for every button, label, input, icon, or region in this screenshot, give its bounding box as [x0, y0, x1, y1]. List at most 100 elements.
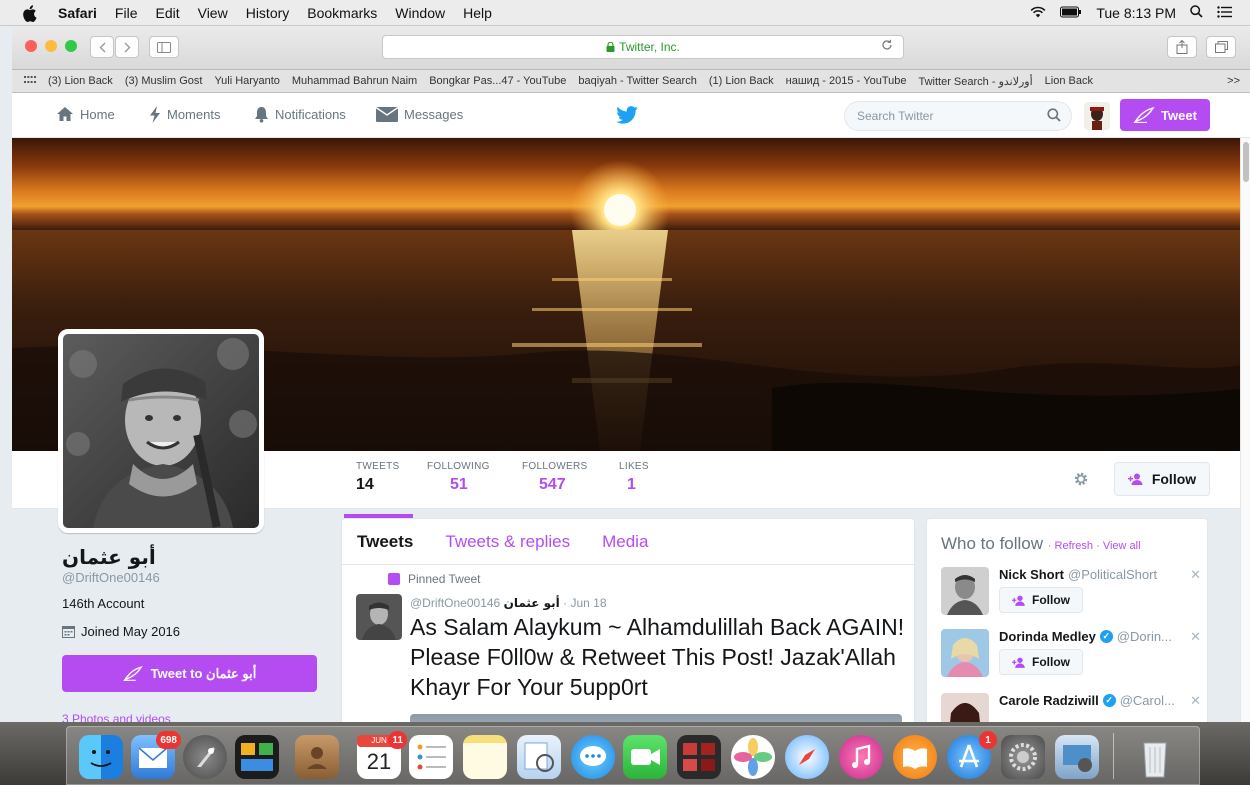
- profile-handle[interactable]: @DriftOne00146: [62, 570, 160, 585]
- tweet-avatar[interactable]: [356, 594, 402, 640]
- refresh-link[interactable]: Refresh: [1055, 540, 1094, 552]
- finder-icon[interactable]: [79, 735, 123, 779]
- sidebar-toggle-button[interactable]: [149, 36, 179, 58]
- page-scrollbar[interactable]: [1240, 138, 1250, 722]
- image-capture-icon[interactable]: [1055, 735, 1099, 779]
- back-button[interactable]: [90, 36, 114, 58]
- bookmark-item[interactable]: (3) Muslim Gost: [125, 75, 203, 87]
- compose-tweet-button[interactable]: Tweet: [1120, 99, 1210, 131]
- calendar-badge: 11: [388, 731, 407, 749]
- system-preferences-icon[interactable]: [1001, 735, 1045, 779]
- view-all-link[interactable]: View all: [1103, 540, 1141, 552]
- tweet-date[interactable]: · Jun 18: [563, 596, 606, 610]
- stat-tweets[interactable]: TWEETS 14: [343, 461, 415, 518]
- window-minimize-button[interactable]: [45, 40, 57, 52]
- bookmark-item[interactable]: Twitter Search - أورلاندو: [918, 75, 1032, 88]
- calendar-app-icon[interactable]: JUN 21 11: [357, 731, 407, 779]
- menubar-clock[interactable]: Tue 8:13 PM: [1096, 5, 1176, 21]
- forward-button[interactable]: [115, 36, 139, 58]
- top-sites-grid-icon[interactable]: [24, 75, 36, 87]
- suggestion-follow-button[interactable]: Follow: [999, 587, 1083, 613]
- launchpad-icon[interactable]: [183, 735, 227, 779]
- reminders-icon[interactable]: [409, 735, 453, 779]
- messages-app-icon[interactable]: [571, 735, 615, 779]
- gear-icon[interactable]: [1072, 470, 1090, 488]
- bookmark-item[interactable]: baqiyah - Twitter Search: [578, 75, 696, 87]
- bookmark-item[interactable]: Bongkar Pas...47 - YouTube: [429, 75, 566, 87]
- photos-app-icon[interactable]: [731, 735, 775, 779]
- menu-window[interactable]: Window: [395, 5, 445, 21]
- menu-bookmarks[interactable]: Bookmarks: [307, 5, 377, 21]
- battery-icon[interactable]: [1060, 5, 1082, 21]
- menu-view[interactable]: View: [198, 5, 228, 21]
- menu-history[interactable]: History: [246, 5, 290, 21]
- mail-app-icon[interactable]: 698: [131, 731, 181, 779]
- bookmark-item[interactable]: (1) Lion Back: [709, 75, 774, 87]
- app-store-icon[interactable]: 1: [947, 731, 997, 779]
- itunes-icon[interactable]: [839, 735, 883, 779]
- tabs-overview-button[interactable]: [1206, 36, 1236, 58]
- wifi-icon[interactable]: [1030, 5, 1046, 21]
- twitter-bird-logo-icon[interactable]: [616, 106, 638, 129]
- account-avatar[interactable]: [1084, 102, 1110, 130]
- share-button[interactable]: [1167, 36, 1197, 58]
- bookmark-item[interactable]: Yuli Haryanto: [214, 75, 279, 87]
- tab-media[interactable]: Media: [602, 532, 648, 552]
- nav-home[interactable]: Home: [56, 106, 115, 122]
- facetime-icon[interactable]: [623, 735, 667, 779]
- apple-icon[interactable]: [22, 4, 44, 22]
- menu-safari[interactable]: Safari: [58, 5, 97, 21]
- stat-following[interactable]: FOLLOWING 51: [427, 461, 490, 494]
- stat-followers-label: FOLLOWERS: [522, 461, 588, 472]
- address-bar[interactable]: Twitter, Inc.: [382, 35, 904, 59]
- stat-likes-value: 1: [627, 476, 636, 493]
- bookmarks-overflow-button[interactable]: >>: [1227, 75, 1240, 87]
- calendar-icon: [62, 626, 75, 638]
- photo-booth-icon[interactable]: [677, 735, 721, 779]
- stat-likes[interactable]: LIKES 1: [619, 461, 649, 494]
- preview-icon[interactable]: [517, 735, 561, 779]
- suggestion-avatar[interactable]: [941, 567, 989, 615]
- bookmark-item[interactable]: Lion Back: [1045, 75, 1093, 87]
- notification-center-icon[interactable]: [1217, 5, 1232, 21]
- follow-button[interactable]: Follow: [1114, 462, 1210, 496]
- nav-messages[interactable]: Messages: [376, 106, 463, 122]
- suggestion-name[interactable]: Carole Radziwill ✓ @Carol...: [999, 693, 1175, 708]
- bookmark-item[interactable]: Muhammad Bahrun Naim: [292, 75, 417, 87]
- nav-home-label: Home: [80, 106, 115, 122]
- contacts-icon[interactable]: [295, 735, 339, 779]
- scrollbar-thumb[interactable]: [1243, 142, 1249, 182]
- bookmark-item[interactable]: нашид - 2015 - YouTube: [786, 75, 907, 87]
- ibooks-icon[interactable]: [893, 735, 937, 779]
- tweet-to-button[interactable]: Tweet to أبو عثمان: [62, 655, 317, 692]
- nav-moments[interactable]: Moments: [149, 106, 220, 123]
- window-close-button[interactable]: [25, 40, 37, 52]
- tweet-author-name[interactable]: أبو عثمان: [504, 596, 560, 610]
- reload-icon[interactable]: [881, 39, 893, 54]
- profile-avatar[interactable]: [58, 329, 264, 533]
- mission-control-icon[interactable]: [235, 735, 279, 779]
- safari-app-icon[interactable]: [785, 735, 829, 779]
- suggestion-name[interactable]: Dorinda Medley ✓ @Dorin...: [999, 629, 1172, 644]
- suggestion-name[interactable]: Nick Short @PoliticalShort: [999, 567, 1157, 582]
- suggestion-avatar[interactable]: [941, 629, 989, 677]
- nav-notifications[interactable]: Notifications: [254, 106, 346, 123]
- dismiss-suggestion-icon[interactable]: ✕: [1190, 693, 1201, 709]
- window-zoom-button[interactable]: [65, 40, 77, 52]
- search-input[interactable]: Search Twitter: [844, 101, 1072, 131]
- bookmark-item[interactable]: (3) Lion Back: [48, 75, 113, 87]
- search-icon[interactable]: [1047, 108, 1061, 125]
- tab-tweets-replies[interactable]: Tweets & replies: [445, 532, 570, 552]
- notes-icon[interactable]: [463, 735, 507, 779]
- tab-tweets[interactable]: Tweets: [357, 532, 413, 552]
- trash-icon[interactable]: [1133, 735, 1177, 779]
- tweet-handle[interactable]: @DriftOne00146: [410, 596, 500, 610]
- dismiss-suggestion-icon[interactable]: ✕: [1190, 567, 1201, 583]
- dismiss-suggestion-icon[interactable]: ✕: [1190, 629, 1201, 645]
- menu-help[interactable]: Help: [463, 5, 492, 21]
- stat-followers[interactable]: FOLLOWERS 547: [522, 461, 588, 494]
- suggestion-follow-button[interactable]: Follow: [999, 649, 1083, 675]
- menu-file[interactable]: File: [115, 5, 138, 21]
- spotlight-icon[interactable]: [1190, 5, 1203, 21]
- menu-edit[interactable]: Edit: [155, 5, 179, 21]
